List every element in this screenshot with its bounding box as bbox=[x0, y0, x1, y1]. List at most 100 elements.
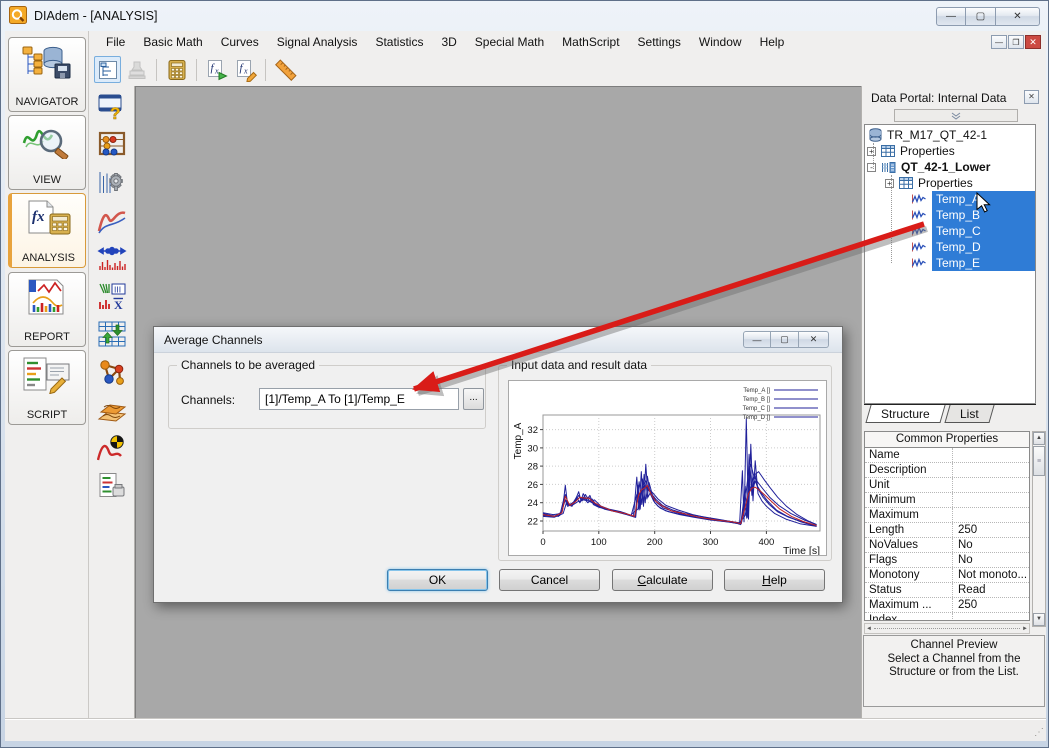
calculator-icon[interactable] bbox=[163, 56, 190, 83]
menu-curves[interactable]: Curves bbox=[212, 32, 268, 52]
abacus-icon[interactable] bbox=[94, 127, 130, 160]
mdi-close-button[interactable]: ✕ bbox=[1025, 35, 1041, 49]
svg-text:III: III bbox=[114, 284, 121, 294]
property-value[interactable]: 250 bbox=[953, 523, 1029, 537]
expand-icon[interactable]: + bbox=[885, 179, 894, 188]
scroll-up-icon[interactable]: ▲ bbox=[1033, 432, 1045, 445]
curve-fitting-icon[interactable] bbox=[94, 203, 130, 236]
minimize-button[interactable]: — bbox=[936, 7, 966, 26]
property-value[interactable] bbox=[953, 493, 1029, 507]
property-row-description[interactable]: Description bbox=[865, 463, 1029, 478]
property-row-flags[interactable]: FlagsNo bbox=[865, 553, 1029, 568]
svg-text:X: X bbox=[114, 298, 123, 311]
statistics-icon[interactable]: III X bbox=[94, 279, 130, 312]
channels-input[interactable] bbox=[259, 388, 459, 410]
video-help-icon[interactable]: ? bbox=[94, 89, 130, 122]
expand-icon[interactable]: + bbox=[867, 147, 876, 156]
menu-help[interactable]: Help bbox=[751, 32, 794, 52]
channel-functions-icon[interactable] bbox=[94, 317, 130, 350]
script-functions-icon[interactable] bbox=[94, 469, 130, 502]
resize-grip[interactable]: ⋰ bbox=[1034, 727, 1043, 738]
dialog-title-bar[interactable]: Average Channels —▢✕ bbox=[154, 327, 842, 353]
signal-analysis-icon[interactable] bbox=[94, 241, 130, 274]
collapse-icon[interactable]: - bbox=[867, 163, 876, 172]
scroll-right-icon[interactable]: ► bbox=[1022, 626, 1028, 632]
property-row-length[interactable]: Length250 bbox=[865, 523, 1029, 538]
property-row-index[interactable]: Index bbox=[865, 613, 1029, 621]
property-value[interactable] bbox=[953, 478, 1029, 492]
property-value[interactable] bbox=[953, 508, 1029, 522]
activity-report-button[interactable]: REPORT bbox=[8, 272, 86, 347]
cancel-button[interactable]: Cancel bbox=[499, 569, 600, 591]
scroll-down-icon[interactable]: ▼ bbox=[1033, 613, 1045, 626]
activity-analysis-button[interactable]: fxANALYSIS bbox=[8, 193, 86, 268]
dialog-maximize-button[interactable]: ▢ bbox=[771, 331, 799, 348]
activity-label: ANALYSIS bbox=[22, 252, 75, 264]
property-value[interactable] bbox=[953, 613, 1029, 621]
toolbar-separator bbox=[196, 59, 197, 81]
property-key: NoValues bbox=[865, 538, 953, 552]
close-button[interactable]: ✕ bbox=[996, 7, 1040, 26]
menu-mathscript[interactable]: MathScript bbox=[553, 32, 628, 52]
tree-item-properties[interactable]: +Properties bbox=[865, 143, 1035, 159]
maximize-button[interactable]: ▢ bbox=[966, 7, 996, 26]
measure-ruler-icon[interactable] bbox=[272, 56, 299, 83]
menu-signal-analysis[interactable]: Signal Analysis bbox=[268, 32, 367, 52]
surface-3d-icon[interactable] bbox=[94, 393, 130, 426]
calculate-button[interactable]: Calculate bbox=[612, 569, 713, 591]
help-button[interactable]: Help bbox=[724, 569, 825, 591]
property-row-minimum[interactable]: Minimum bbox=[865, 493, 1029, 508]
property-value[interactable] bbox=[953, 463, 1029, 477]
approximation-icon[interactable] bbox=[94, 431, 130, 464]
property-value[interactable]: Not monoto... bbox=[953, 568, 1029, 582]
dialog-close-button[interactable]: ✕ bbox=[799, 331, 829, 348]
signal-processing-icon[interactable] bbox=[94, 165, 130, 198]
menu-basic-math[interactable]: Basic Math bbox=[134, 32, 211, 52]
property-row-status[interactable]: StatusRead bbox=[865, 583, 1029, 598]
mdi-restore-button[interactable]: ❐ bbox=[1008, 35, 1024, 49]
svg-text:Temp_A []: Temp_A [] bbox=[743, 388, 770, 394]
menu-3d[interactable]: 3D bbox=[432, 32, 465, 52]
dialog-minimize-button[interactable]: — bbox=[743, 331, 771, 348]
property-row-unit[interactable]: Unit bbox=[865, 478, 1029, 493]
data-portal-toggle-icon[interactable] bbox=[94, 56, 121, 83]
svg-text:Temp_A: Temp_A bbox=[513, 422, 524, 459]
scroll-left-icon[interactable]: ◄ bbox=[866, 626, 872, 632]
data-portal-collapse-band[interactable] bbox=[894, 109, 1018, 122]
property-key: Index bbox=[865, 613, 953, 621]
menu-window[interactable]: Window bbox=[690, 32, 751, 52]
property-value[interactable]: No bbox=[953, 553, 1029, 567]
tree-item-qt_42-1_lower[interactable]: -QT_42-1_Lower bbox=[865, 159, 1035, 175]
function-bar: ? III X bbox=[89, 86, 135, 718]
mdi-minimize-button[interactable]: — bbox=[991, 35, 1007, 49]
network-3d-icon[interactable] bbox=[94, 355, 130, 388]
properties-hscrollbar[interactable]: ◄ ► bbox=[864, 623, 1030, 634]
menu-special-math[interactable]: Special Math bbox=[466, 32, 553, 52]
property-value[interactable] bbox=[953, 448, 1029, 462]
property-row-name[interactable]: Name bbox=[865, 448, 1029, 463]
function-edit-icon[interactable]: fx bbox=[232, 56, 259, 83]
scrollbar-thumb[interactable]: ≡ bbox=[1033, 446, 1045, 476]
activity-view-button[interactable]: VIEW bbox=[8, 115, 86, 190]
tab-list[interactable]: List bbox=[944, 405, 994, 423]
function-load-icon[interactable]: fx bbox=[203, 56, 230, 83]
activity-navigator-button[interactable]: NAVIGATOR bbox=[8, 37, 86, 112]
property-row-maximum[interactable]: Maximum ...250 bbox=[865, 598, 1029, 613]
property-value[interactable]: No bbox=[953, 538, 1029, 552]
tree-item-tr_m17_qt_42-1[interactable]: TR_M17_QT_42-1 bbox=[865, 127, 1035, 143]
chevron-down-icon bbox=[951, 112, 961, 120]
property-value[interactable]: 250 bbox=[953, 598, 1029, 612]
data-portal-close-icon[interactable]: ✕ bbox=[1024, 90, 1039, 104]
browse-button[interactable]: ... bbox=[463, 388, 484, 410]
menu-statistics[interactable]: Statistics bbox=[366, 32, 432, 52]
menu-file[interactable]: File bbox=[97, 32, 134, 52]
property-row-monotony[interactable]: MonotonyNot monoto... bbox=[865, 568, 1029, 583]
property-row-maximum[interactable]: Maximum bbox=[865, 508, 1029, 523]
activity-script-button[interactable]: SCRIPT bbox=[8, 350, 86, 425]
property-value[interactable]: Read bbox=[953, 583, 1029, 597]
window-title: DIAdem - [ANALYSIS] bbox=[34, 9, 157, 23]
menu-settings[interactable]: Settings bbox=[629, 32, 690, 52]
property-row-novalues[interactable]: NoValuesNo bbox=[865, 538, 1029, 553]
tab-structure[interactable]: Structure bbox=[865, 405, 945, 423]
ok-button[interactable]: OK bbox=[387, 569, 488, 591]
